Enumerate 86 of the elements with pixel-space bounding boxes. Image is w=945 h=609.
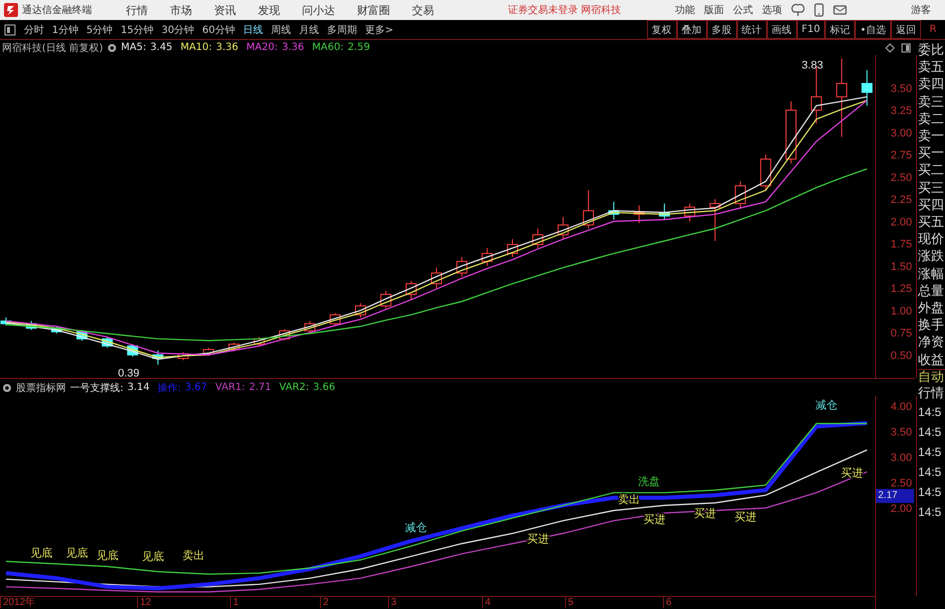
legend-value: 3.66 [313, 382, 336, 393]
axis-label: 3.50 [890, 426, 912, 439]
legend-value: 3.67 [185, 382, 208, 393]
legend-name: 一号支撑线: [70, 382, 124, 394]
legend-name: MA5: [120, 42, 146, 53]
axis-label: 6 [663, 597, 672, 608]
quote-label: 换手 [918, 317, 945, 334]
quote-label: 委比 [918, 42, 945, 60]
axis-label: 1.50 [890, 260, 912, 273]
quote-label: 外盘 [918, 300, 945, 318]
legend-value: 2.71 [249, 382, 272, 393]
legend-value: 2.59 [348, 42, 370, 53]
axis-label: 1.25 [890, 283, 912, 296]
axis-label: 4.00 [890, 401, 912, 414]
trade-time: 14:5 [918, 484, 942, 501]
trade-time: 14:5 [918, 424, 942, 441]
axis-label: 12 [137, 597, 152, 608]
quote-label: 卖五 [918, 59, 945, 76]
signal-label: 买进 [643, 513, 666, 526]
signal-label: 买进 [840, 466, 863, 480]
axis-label: 2.50 [890, 478, 912, 490]
axis-label: 3.50 [890, 82, 912, 95]
quote-label: 现价 [918, 231, 945, 248]
axis-label: 2.00 [890, 502, 912, 515]
axis-label: 5 [565, 597, 574, 608]
quote-label: 买一 [918, 145, 945, 162]
axis-label: 2 [320, 597, 329, 608]
legend-value: 3.14 [127, 382, 150, 393]
axis-label: 2012年 [0, 597, 36, 608]
axis-label: 1.00 [890, 305, 912, 318]
corner-mark: R [928, 24, 938, 35]
axis-label: 3.25 [890, 105, 912, 118]
quote-label: 涨跌 [918, 248, 945, 266]
signal-label: 洗盘 [638, 475, 660, 488]
axis-label: 3 [388, 597, 397, 608]
axis-label: 0.75 [890, 328, 912, 340]
axis-label: 2.25 [890, 194, 912, 206]
signal-label: 见底 [66, 546, 88, 560]
quote-label: 卖二 [918, 110, 945, 128]
quote-label: 卖一 [918, 128, 945, 146]
trade-time: 14:5 [918, 404, 942, 421]
axis-label: 2.75 [890, 150, 912, 162]
trade-time: 14:5 [918, 444, 942, 461]
indicator-source: 股票指标网 [16, 382, 66, 394]
signal-label: 减仓 [405, 520, 428, 534]
chart-title: 网宿科技(日线 前复权) [2, 42, 103, 54]
legend-name: VAR2: [279, 382, 310, 393]
signal-label: 减仓 [815, 398, 838, 412]
legend-value: 3.45 [150, 42, 172, 53]
signal-label: 卖出 [618, 492, 640, 506]
quote-label: 买三 [918, 180, 945, 197]
signal-label: 见底 [96, 548, 118, 562]
quote-label: 买五 [918, 214, 945, 232]
axis-label: 1 [230, 597, 239, 608]
signal-label: 买进 [734, 510, 756, 524]
signal-label: 见底 [30, 546, 52, 560]
quote-label: 卖四 [918, 76, 945, 94]
legend-value: 3.36 [282, 42, 304, 53]
quote-label: 总量 [918, 282, 945, 300]
trade-time: 14:5 [918, 464, 942, 481]
legend-name: MA10: [180, 42, 212, 53]
signal-label: 卖出 [182, 548, 204, 562]
quote-label: 卖三 [918, 94, 945, 111]
axis-label: 1.75 [890, 238, 912, 251]
axis-label: 3.00 [890, 452, 912, 464]
legend-name: VAR1: [215, 382, 246, 393]
quote-label: 涨幅 [918, 266, 945, 283]
current-value: 2.17 [876, 489, 914, 504]
app-title: 通达信金融终端 [22, 4, 92, 17]
quote-label: 买二 [918, 162, 945, 180]
axis-label: 2.50 [890, 172, 912, 184]
axis-label: 0.50 [890, 350, 912, 362]
quote-label: 净资 [918, 334, 945, 352]
axis-label: 3.00 [890, 127, 912, 140]
quote-label: 收益 [918, 352, 945, 369]
quote-label: 买四 [918, 196, 945, 214]
price-label: 0.39 [118, 368, 140, 378]
legend-name: MA60: [312, 42, 344, 53]
axis-label: 2.00 [890, 216, 912, 228]
axis-label: 4 [482, 597, 491, 608]
signal-label: 见底 [142, 550, 164, 563]
price-label: 3.83 [802, 60, 824, 72]
trade-time: 14:5 [918, 504, 942, 521]
legend-name: 操作: [158, 382, 182, 394]
legend-value: 3.36 [216, 42, 238, 53]
legend-name: MA20: [246, 42, 278, 53]
